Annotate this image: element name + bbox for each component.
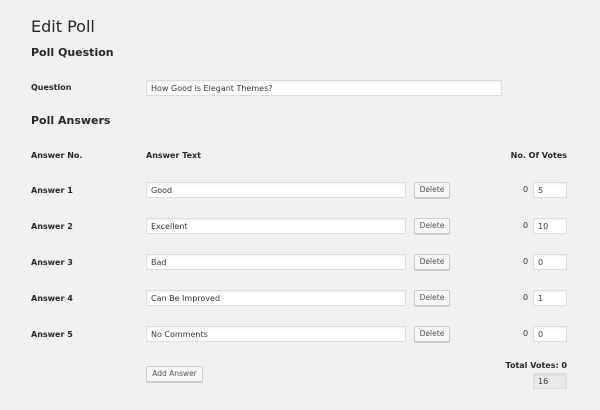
answer-label: Answer 3 xyxy=(31,258,73,267)
add-answer-button[interactable]: Add Answer xyxy=(146,366,203,382)
answer-vote-count: 0 xyxy=(523,329,529,338)
answer-label: Answer 4 xyxy=(31,294,73,303)
col-answer-no: Answer No. xyxy=(31,151,83,160)
answer-votes-input[interactable]: 1 xyxy=(533,290,567,306)
question-input[interactable]: How Good is Elegant Themes? xyxy=(146,80,502,96)
answer-text-input[interactable]: Can Be Improved xyxy=(146,290,406,306)
total-votes-label: Total Votes: 0 xyxy=(505,361,567,370)
answer-label: Answer 5 xyxy=(31,330,73,339)
answer-vote-count: 0 xyxy=(523,257,529,266)
answer-votes-input[interactable]: 0 xyxy=(533,326,567,342)
delete-answer-button[interactable]: Delete xyxy=(414,290,450,306)
total-votes-input[interactable]: 16 xyxy=(533,373,567,389)
answer-label: Answer 2 xyxy=(31,222,73,231)
poll-question-heading: Poll Question xyxy=(31,46,114,59)
answer-text-input[interactable]: Excellent xyxy=(146,218,406,234)
answer-vote-count: 0 xyxy=(523,185,529,194)
answer-votes-input[interactable]: 0 xyxy=(533,254,567,270)
delete-answer-button[interactable]: Delete xyxy=(414,326,450,342)
page-title: Edit Poll xyxy=(31,17,95,36)
question-label: Question xyxy=(31,83,72,92)
answer-votes-input[interactable]: 5 xyxy=(533,182,567,198)
delete-answer-button[interactable]: Delete xyxy=(414,182,450,198)
answer-text-input[interactable]: No Comments xyxy=(146,326,406,342)
delete-answer-button[interactable]: Delete xyxy=(414,254,450,270)
answer-vote-count: 0 xyxy=(523,293,529,302)
answer-text-input[interactable]: Good xyxy=(146,182,406,198)
answer-label: Answer 1 xyxy=(31,186,73,195)
col-votes: No. Of Votes xyxy=(510,151,567,160)
answer-votes-input[interactable]: 10 xyxy=(533,218,567,234)
delete-answer-button[interactable]: Delete xyxy=(414,218,450,234)
answer-vote-count: 0 xyxy=(523,221,529,230)
poll-answers-heading: Poll Answers xyxy=(31,114,111,127)
col-answer-text: Answer Text xyxy=(146,151,201,160)
answer-text-input[interactable]: Bad xyxy=(146,254,406,270)
